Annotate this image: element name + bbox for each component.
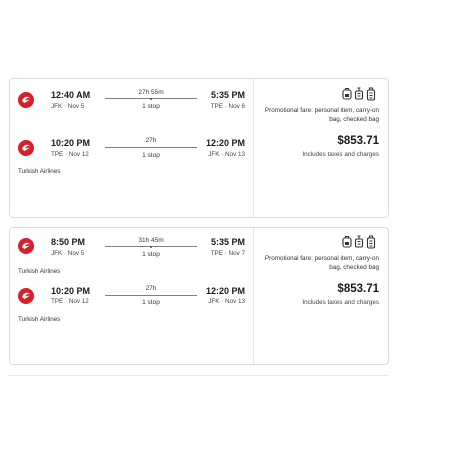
stops-count: 1 stop bbox=[142, 251, 160, 258]
arrival-time: 5:35 PM bbox=[210, 237, 245, 247]
turkish-airlines-logo bbox=[18, 140, 34, 156]
flight-result-card[interactable]: 8:50 PM JFK · Nov 5 31h 45m 1 stop 5:35 … bbox=[9, 227, 389, 365]
route-line bbox=[105, 295, 197, 296]
turkish-airlines-logo bbox=[18, 92, 34, 108]
arrival-place: TPE · Nov 6 bbox=[210, 103, 245, 110]
departure-time: 10:20 PM bbox=[51, 286, 91, 296]
turkish-airlines-logo bbox=[18, 288, 34, 304]
stops-count: 1 stop bbox=[142, 152, 160, 159]
itinerary-section: 8:50 PM JFK · Nov 5 31h 45m 1 stop 5:35 … bbox=[10, 228, 253, 364]
airline-name: Turkish Airlines bbox=[18, 268, 61, 275]
taxes-note: Includes taxes and charges bbox=[302, 151, 379, 158]
route-line bbox=[105, 97, 197, 100]
turkish-airlines-logo bbox=[18, 238, 34, 254]
arrival-place: JFK · Nov 13 bbox=[208, 298, 245, 305]
departure-place: JFK · Nov 5 bbox=[51, 250, 85, 257]
price: $853.71 bbox=[337, 135, 379, 147]
departure-place: JFK · Nov 5 bbox=[51, 103, 85, 110]
flight-duration: 27h 55m bbox=[138, 89, 164, 96]
baggage-icons bbox=[342, 235, 378, 249]
arrival-time: 12:20 PM bbox=[205, 138, 245, 148]
next-result-card-edge bbox=[9, 375, 389, 386]
departure-place: TPE · Nov 12 bbox=[51, 151, 89, 158]
personal-item-icon bbox=[342, 236, 352, 248]
flight-duration: 27h bbox=[145, 285, 157, 292]
fare-description: Promotional fare: personal item, carry-o… bbox=[264, 107, 379, 123]
baggage-icons bbox=[342, 87, 378, 101]
carry-on-bag-icon bbox=[354, 235, 364, 248]
carry-on-bag-icon bbox=[354, 87, 364, 100]
stop-dot bbox=[150, 97, 152, 100]
departure-place: TPE · Nov 12 bbox=[51, 298, 89, 305]
arrival-time: 5:35 PM bbox=[210, 90, 245, 100]
departure-time: 12:40 AM bbox=[51, 90, 91, 100]
arrival-time: 12:20 PM bbox=[205, 286, 245, 296]
route-line bbox=[105, 147, 197, 148]
price: $853.71 bbox=[337, 283, 379, 295]
departure-time: 10:20 PM bbox=[51, 138, 91, 148]
price-section: Promotional fare: personal item, carry-o… bbox=[254, 79, 388, 217]
stops-count: 1 stop bbox=[142, 103, 160, 110]
route-line bbox=[105, 245, 197, 248]
checked-bag-icon bbox=[366, 87, 376, 101]
fare-description: Promotional fare: personal item, carry-o… bbox=[264, 255, 379, 271]
personal-item-icon bbox=[342, 88, 352, 100]
price-section: Promotional fare: personal item, carry-o… bbox=[254, 228, 388, 364]
flight-result-card[interactable]: 12:40 AM JFK · Nov 5 27h 55m 1 stop 5:35… bbox=[9, 78, 389, 218]
arrival-place: TPE · Nov 7 bbox=[210, 250, 245, 257]
checked-bag-icon bbox=[366, 235, 376, 249]
flight-duration: 31h 45m bbox=[138, 237, 164, 244]
departure-time: 8:50 PM bbox=[51, 237, 86, 247]
arrival-place: JFK · Nov 13 bbox=[208, 151, 245, 158]
airline-name: Turkish Airlines bbox=[18, 168, 61, 175]
flight-duration: 27h bbox=[145, 137, 157, 144]
stops-count: 1 stop bbox=[142, 299, 160, 306]
itinerary-section: 12:40 AM JFK · Nov 5 27h 55m 1 stop 5:35… bbox=[10, 79, 253, 217]
airline-name: Turkish Airlines bbox=[18, 316, 61, 323]
taxes-note: Includes taxes and charges bbox=[302, 299, 379, 306]
stop-dot bbox=[150, 245, 152, 248]
